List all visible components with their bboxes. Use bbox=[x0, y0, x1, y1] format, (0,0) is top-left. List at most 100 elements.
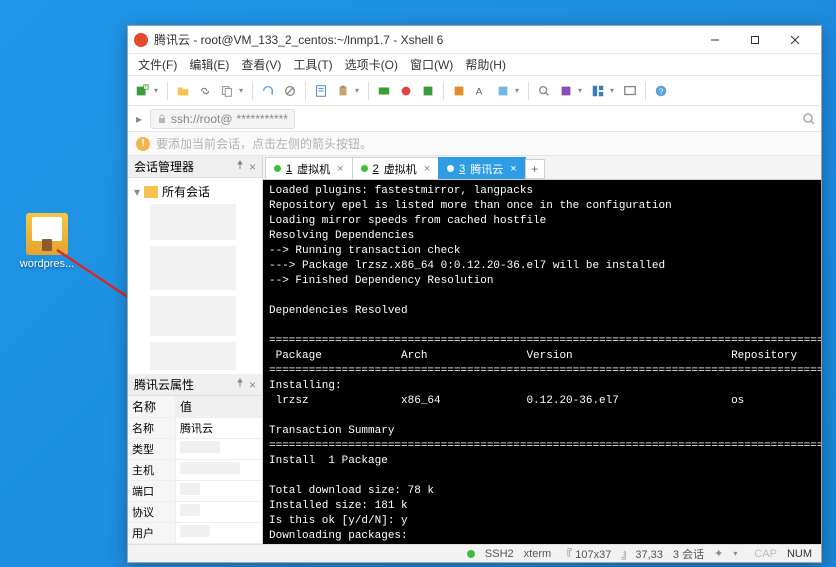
status-bar: SSH2 xterm 『 107x37 』 37,33 3 会话 ✦▾ CAPN… bbox=[128, 544, 821, 562]
dropdown-icon[interactable]: ▾ bbox=[154, 86, 162, 95]
tab-num: 2 bbox=[373, 163, 379, 175]
folder-icon bbox=[144, 186, 158, 198]
open-icon[interactable] bbox=[173, 81, 193, 101]
status-sessions: 3 会话 bbox=[673, 546, 704, 562]
script-icon[interactable] bbox=[556, 81, 576, 101]
archive-icon bbox=[26, 213, 68, 255]
menu-file[interactable]: 文件(F) bbox=[132, 54, 183, 75]
dropdown-icon[interactable]: ▾ bbox=[610, 86, 618, 95]
new-session-icon[interactable]: + bbox=[132, 81, 152, 101]
address-chip[interactable]: ssh://root@ *********** bbox=[150, 109, 295, 129]
prop-value bbox=[176, 523, 262, 543]
window-title: 腾讯云 - root@VM_133_2_centos:~/lnmp1.7 - X… bbox=[154, 31, 695, 48]
session-tabs: 1 虚拟机 × 2 虚拟机× 3 腾讯云× + bbox=[263, 156, 821, 180]
paste-icon[interactable] bbox=[333, 81, 353, 101]
session-tree[interactable]: ▾ 所有会话 腾讯云 bbox=[128, 178, 262, 374]
prop-value bbox=[176, 439, 262, 459]
tab-close-icon[interactable]: × bbox=[337, 163, 343, 175]
status-dot-icon bbox=[274, 165, 281, 172]
tab-vm1[interactable]: 1 虚拟机 × bbox=[265, 157, 353, 179]
prop-key: 类型 bbox=[128, 439, 176, 459]
reconnect-icon[interactable] bbox=[258, 81, 278, 101]
address-bar: ▸ ssh://root@ *********** bbox=[128, 106, 821, 132]
copy-icon[interactable] bbox=[217, 81, 237, 101]
tree-root-label: 所有会话 bbox=[162, 183, 210, 200]
search-icon[interactable] bbox=[801, 111, 817, 127]
dropdown-icon[interactable]: ▾ bbox=[355, 86, 363, 95]
lock-icon bbox=[157, 114, 167, 124]
menu-view[interactable]: 查看(V) bbox=[235, 54, 287, 75]
disconnect-icon[interactable] bbox=[280, 81, 300, 101]
properties-icon[interactable] bbox=[311, 81, 331, 101]
tree-item-redacted[interactable] bbox=[150, 296, 236, 336]
tree-root[interactable]: ▾ 所有会话 bbox=[132, 182, 258, 201]
menu-edit[interactable]: 编辑(E) bbox=[183, 54, 235, 75]
svg-text:+: + bbox=[145, 84, 148, 89]
link-icon[interactable] bbox=[195, 81, 215, 101]
tab-tencent[interactable]: 3 腾讯云× bbox=[438, 157, 526, 179]
minimize-button[interactable] bbox=[695, 28, 735, 52]
dropdown-icon[interactable]: ▾ bbox=[239, 86, 247, 95]
status-term: xterm bbox=[524, 548, 552, 560]
status-ssh: SSH2 bbox=[485, 548, 514, 560]
prop-value bbox=[176, 460, 262, 480]
pin-icon[interactable] bbox=[235, 378, 245, 388]
tab-close-icon[interactable]: × bbox=[424, 163, 430, 175]
prop-key: 名称 bbox=[128, 418, 176, 438]
menu-tabs[interactable]: 选项卡(O) bbox=[339, 54, 404, 75]
tab-num: 1 bbox=[286, 163, 292, 175]
dropdown-icon[interactable]: ▾ bbox=[515, 86, 523, 95]
desktop-icon-label: wordpres... bbox=[17, 258, 77, 270]
svg-text:?: ? bbox=[659, 87, 664, 96]
play-icon[interactable] bbox=[418, 81, 438, 101]
menu-tools[interactable]: 工具(T) bbox=[287, 54, 338, 75]
font-icon[interactable]: A bbox=[471, 81, 491, 101]
menu-help[interactable]: 帮助(H) bbox=[459, 54, 512, 75]
col-name: 名称 bbox=[128, 396, 176, 417]
tab-vm2[interactable]: 2 虚拟机× bbox=[352, 157, 440, 179]
status-cursor: 37,33 bbox=[635, 549, 663, 561]
help-icon[interactable]: ? bbox=[651, 81, 671, 101]
highlight-icon[interactable] bbox=[449, 81, 469, 101]
fullscreen-icon[interactable] bbox=[620, 81, 640, 101]
maximize-button[interactable] bbox=[735, 28, 775, 52]
properties-title: 腾讯云属性 bbox=[134, 376, 194, 393]
status-dot-icon bbox=[361, 165, 368, 172]
connection-led-icon bbox=[467, 550, 475, 558]
transfer-icon[interactable] bbox=[374, 81, 394, 101]
pin-icon[interactable] bbox=[235, 160, 245, 170]
prop-key: 端口 bbox=[128, 481, 176, 501]
address-proto: ssh://root@ bbox=[171, 112, 233, 126]
panel-close-icon[interactable]: × bbox=[249, 160, 256, 174]
desktop-icon-wordpress[interactable]: wordpres... bbox=[17, 213, 77, 270]
warning-icon: ! bbox=[136, 137, 150, 151]
prop-key: 用户 bbox=[128, 523, 176, 543]
app-window: 腾讯云 - root@VM_133_2_centos:~/lnmp1.7 - X… bbox=[127, 25, 822, 563]
hint-bar: ! 要添加当前会话，点击左侧的箭头按钮。 bbox=[128, 132, 821, 156]
record-icon[interactable] bbox=[396, 81, 416, 101]
dropdown-icon[interactable]: ▾ bbox=[733, 549, 741, 558]
address-host: *********** bbox=[237, 112, 288, 126]
find-icon[interactable] bbox=[534, 81, 554, 101]
app-icon bbox=[134, 33, 148, 47]
tab-close-icon[interactable]: × bbox=[510, 163, 516, 175]
tree-item-redacted[interactable] bbox=[150, 246, 236, 290]
tab-label: 虚拟机 bbox=[297, 161, 330, 177]
dropdown-icon[interactable]: ▾ bbox=[578, 86, 586, 95]
prop-value: 腾讯云 bbox=[176, 418, 262, 438]
terminal[interactable]: Loaded plugins: fastestmirror, langpacks… bbox=[263, 180, 821, 544]
tab-add-button[interactable]: + bbox=[525, 159, 545, 179]
menu-window[interactable]: 窗口(W) bbox=[404, 54, 459, 75]
panel-close-icon[interactable]: × bbox=[249, 378, 256, 392]
prop-key: 主机 bbox=[128, 460, 176, 480]
status-caps: CAPNUM bbox=[751, 548, 815, 560]
tab-num: 3 bbox=[459, 163, 465, 175]
color-icon[interactable] bbox=[493, 81, 513, 101]
back-icon[interactable]: ▸ bbox=[132, 112, 146, 126]
close-button[interactable] bbox=[775, 28, 815, 52]
tree-item-redacted[interactable] bbox=[150, 342, 236, 370]
layout-icon[interactable] bbox=[588, 81, 608, 101]
sidebar: 会话管理器 × ▾ 所有会话 腾讯云 bbox=[128, 156, 263, 544]
tree-item-redacted[interactable] bbox=[150, 204, 236, 240]
titlebar[interactable]: 腾讯云 - root@VM_133_2_centos:~/lnmp1.7 - X… bbox=[128, 26, 821, 54]
